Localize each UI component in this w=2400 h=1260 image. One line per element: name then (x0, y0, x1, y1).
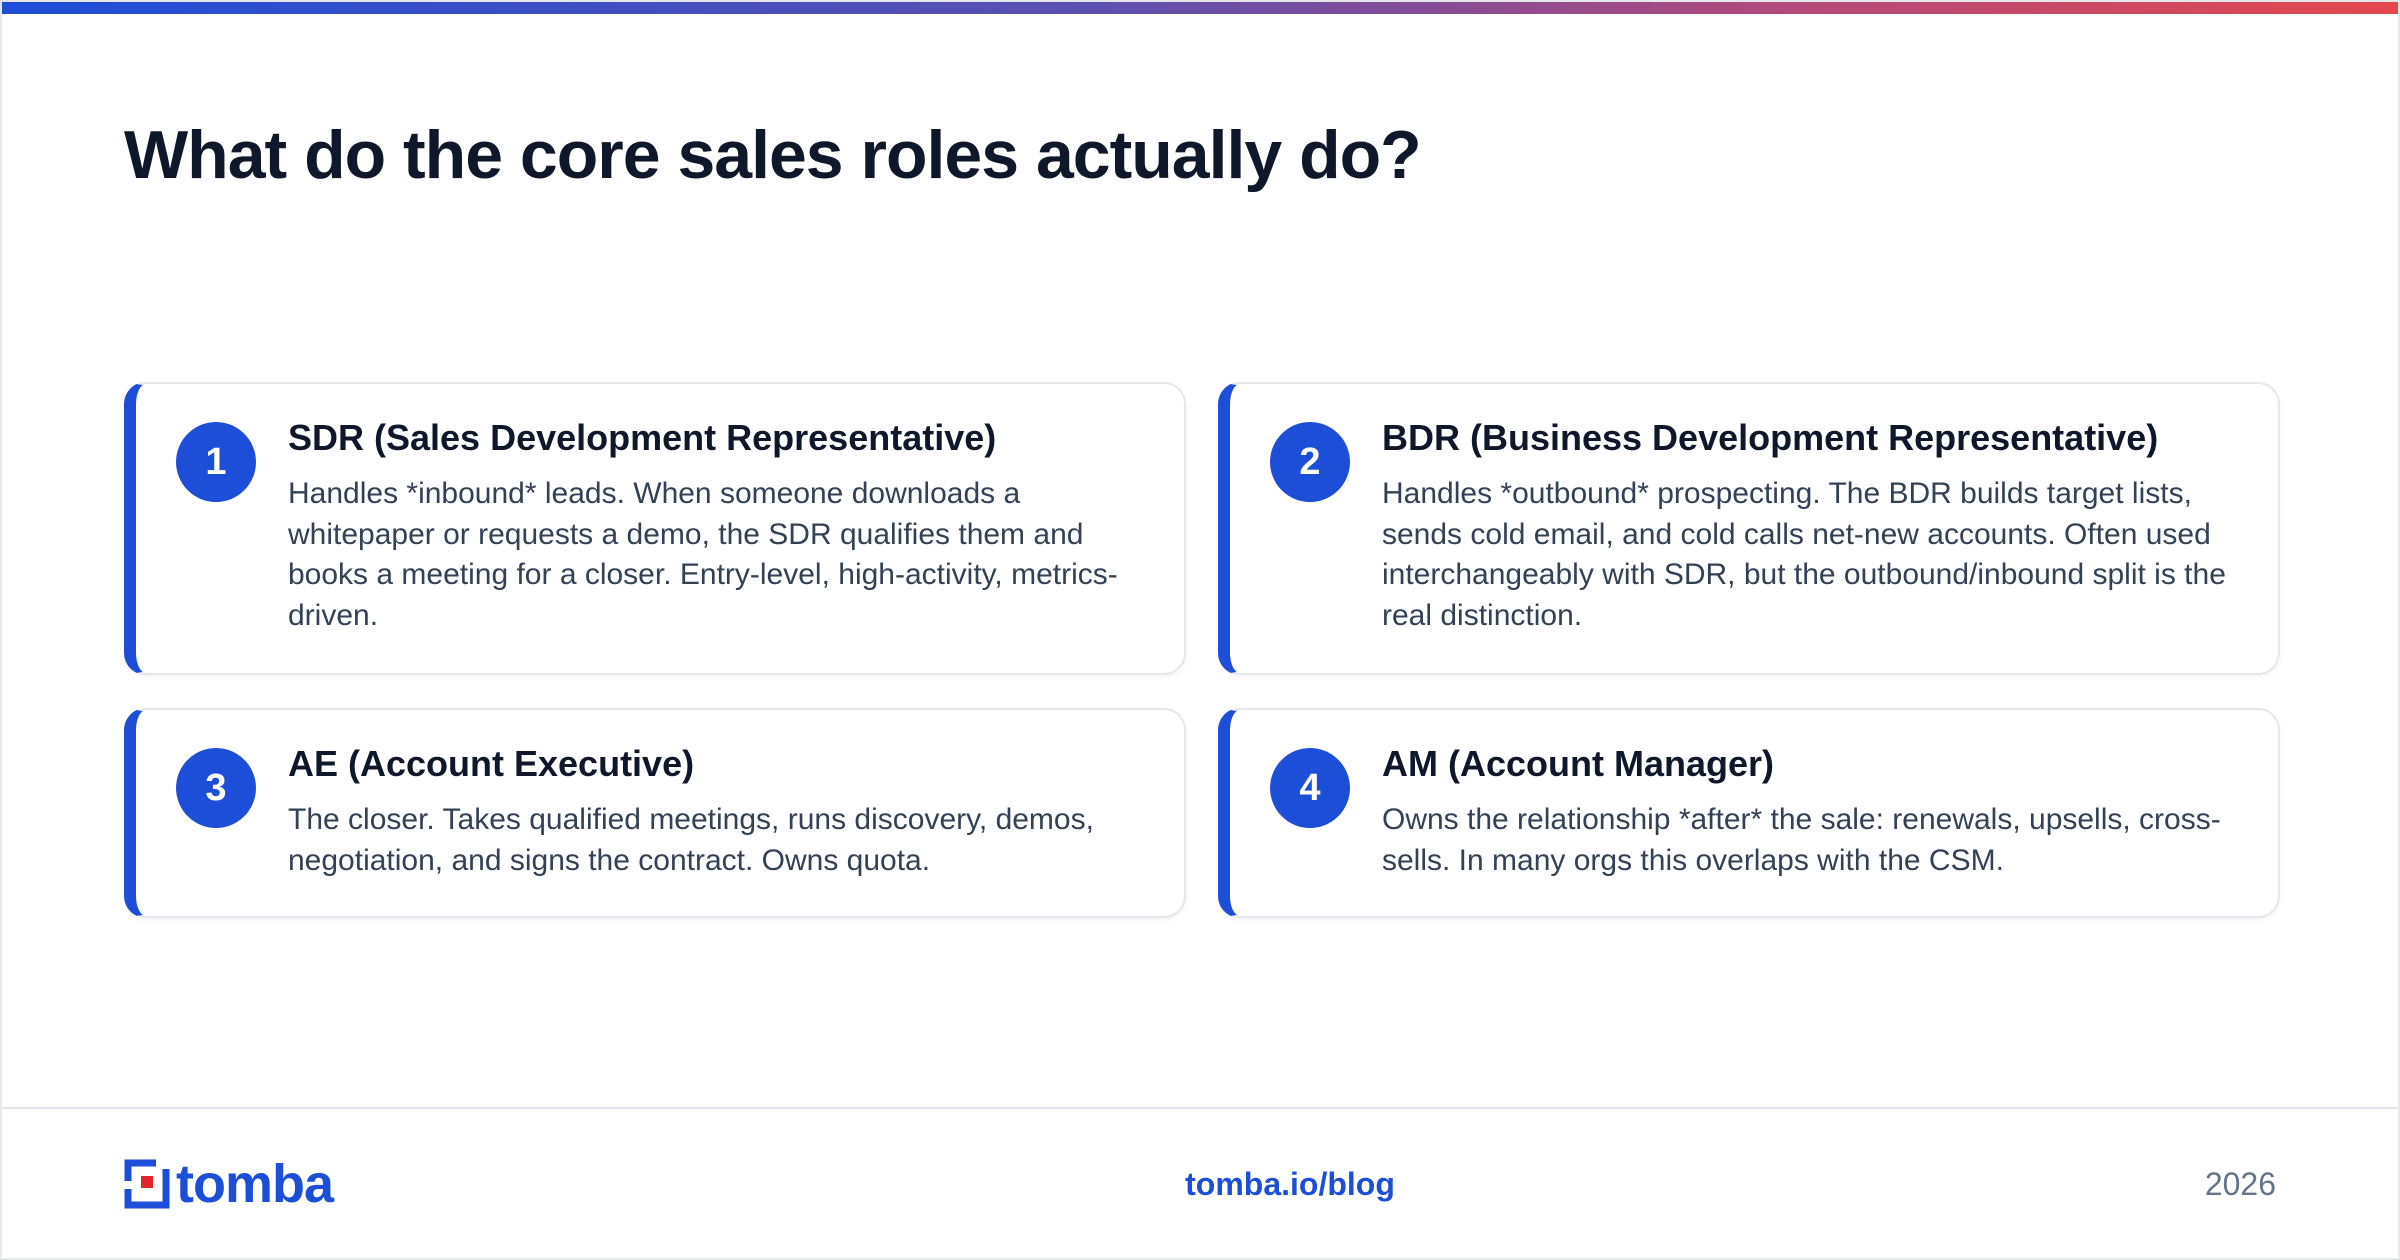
role-card-am: 4 AM (Account Manager) Owns the relation… (1218, 708, 2280, 918)
role-description: Handles *outbound* prospecting. The BDR … (1382, 477, 2226, 632)
footer-year: 2026 (2204, 1166, 2276, 1202)
role-number-badge: 3 (176, 748, 256, 828)
role-description: The closer. Takes qualified meetings, ru… (288, 803, 1094, 877)
role-title: AM (Account Manager) (1382, 743, 1775, 784)
role-title: BDR (Business Development Representative… (1382, 417, 2159, 458)
role-description: Handles *inbound* leads. When someone do… (288, 477, 1118, 632)
footer-divider (2, 1107, 2398, 1109)
role-title: SDR (Sales Development Representative) (288, 417, 997, 458)
role-card-sdr: 1 SDR (Sales Development Representative)… (124, 382, 1186, 675)
tomba-logo-icon (124, 1159, 170, 1209)
top-gradient-bar (2, 2, 2398, 14)
role-card-bdr: 2 BDR (Business Development Representati… (1218, 382, 2280, 675)
page-title: What do the core sales roles actually do… (124, 117, 1422, 193)
logo-wordmark: tomba (176, 1154, 334, 1214)
role-number-badge: 1 (176, 422, 256, 502)
role-number-badge: 4 (1270, 748, 1350, 828)
role-card-ae: 3 AE (Account Executive) The closer. Tak… (124, 708, 1186, 918)
blog-link[interactable]: tomba.io/blog (1002, 1164, 1578, 1204)
role-description: Owns the relationship *after* the sale: … (1382, 803, 2221, 877)
role-number-badge: 2 (1270, 422, 1350, 502)
tomba-logo: tomba (124, 1154, 334, 1214)
role-title: AE (Account Executive) (288, 743, 695, 784)
slide: What do the core sales roles actually do… (0, 0, 2400, 1260)
